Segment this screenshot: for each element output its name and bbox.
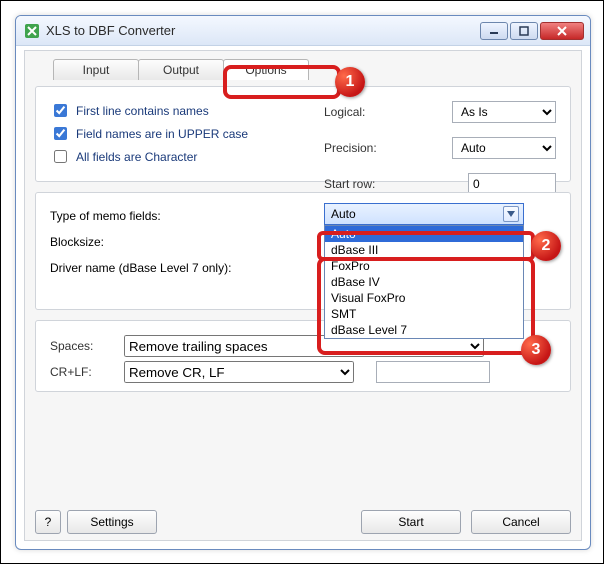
- cancel-button[interactable]: Cancel: [471, 510, 571, 534]
- minimize-button[interactable]: [480, 22, 508, 40]
- memo-type-value: Auto: [331, 207, 356, 221]
- app-window: XLS to DBF Converter Input Output Option…: [15, 15, 591, 550]
- upper-checkbox-input[interactable]: [54, 127, 67, 140]
- titlebar: XLS to DBF Converter: [16, 16, 590, 46]
- window-title: XLS to DBF Converter: [46, 23, 480, 38]
- maximize-button[interactable]: [510, 22, 538, 40]
- upper-label: Field names are in UPPER case: [76, 127, 248, 141]
- driver-label: Driver name (dBase Level 7 only):: [50, 261, 231, 275]
- memo-option[interactable]: Auto: [325, 226, 523, 242]
- memo-type-dropdown[interactable]: Auto dBase III FoxPro dBase IV Visual Fo…: [324, 225, 524, 339]
- tab-options[interactable]: Options: [223, 59, 309, 80]
- memo-option[interactable]: Visual FoxPro: [325, 290, 523, 306]
- memo-type-label: Type of memo fields:: [50, 209, 161, 223]
- allchar-checkbox[interactable]: All fields are Character: [50, 147, 197, 166]
- start-button[interactable]: Start: [361, 510, 461, 534]
- first-line-checkbox[interactable]: First line contains names: [50, 101, 209, 120]
- first-line-checkbox-input[interactable]: [54, 104, 67, 117]
- crlf-select[interactable]: Remove CR, LF: [124, 361, 354, 383]
- upper-checkbox[interactable]: Field names are in UPPER case: [50, 124, 248, 143]
- app-icon: [24, 23, 40, 39]
- memo-option[interactable]: SMT: [325, 306, 523, 322]
- memo-panel: Type of memo fields: Blocksize: Driver n…: [35, 192, 571, 310]
- memo-option[interactable]: FoxPro: [325, 258, 523, 274]
- close-button[interactable]: [540, 22, 584, 40]
- top-right-group: Logical: As Is Precision: Auto Start row…: [324, 97, 556, 199]
- spaces-label: Spaces:: [50, 339, 110, 353]
- precision-select[interactable]: Auto: [452, 137, 556, 159]
- memo-select-wrap: Auto Auto dBase III FoxPro dBase IV Visu…: [324, 203, 524, 225]
- client-area: Input Output Options First line contains…: [24, 50, 582, 541]
- memo-type-select[interactable]: Auto: [324, 203, 524, 225]
- tab-output[interactable]: Output: [138, 59, 224, 80]
- tab-input[interactable]: Input: [53, 59, 139, 80]
- first-line-label: First line contains names: [76, 104, 209, 118]
- minimize-icon: [489, 26, 499, 36]
- allchar-label: All fields are Character: [76, 150, 197, 164]
- maximize-icon: [519, 26, 529, 36]
- memo-option[interactable]: dBase IV: [325, 274, 523, 290]
- options-panel-top: First line contains names Field names ar…: [35, 86, 571, 182]
- settings-button[interactable]: Settings: [67, 510, 157, 534]
- memo-option[interactable]: dBase III: [325, 242, 523, 258]
- blocksize-label: Blocksize:: [50, 235, 104, 249]
- logical-label: Logical:: [324, 105, 392, 119]
- tab-bar: Input Output Options: [35, 59, 571, 80]
- close-icon: [556, 25, 568, 37]
- precision-label: Precision:: [324, 141, 392, 155]
- logical-select[interactable]: As Is: [452, 101, 556, 123]
- dropdown-arrow-icon: [503, 206, 519, 222]
- allchar-checkbox-input[interactable]: [54, 150, 67, 163]
- help-button[interactable]: ?: [35, 510, 61, 534]
- memo-option[interactable]: dBase Level 7: [325, 322, 523, 338]
- window-buttons: [480, 22, 584, 40]
- crlf-extra-field[interactable]: [376, 361, 490, 383]
- startrow-label: Start row:: [324, 177, 392, 191]
- crlf-label: CR+LF:: [50, 365, 110, 379]
- footer: ? Settings Start Cancel: [35, 510, 571, 534]
